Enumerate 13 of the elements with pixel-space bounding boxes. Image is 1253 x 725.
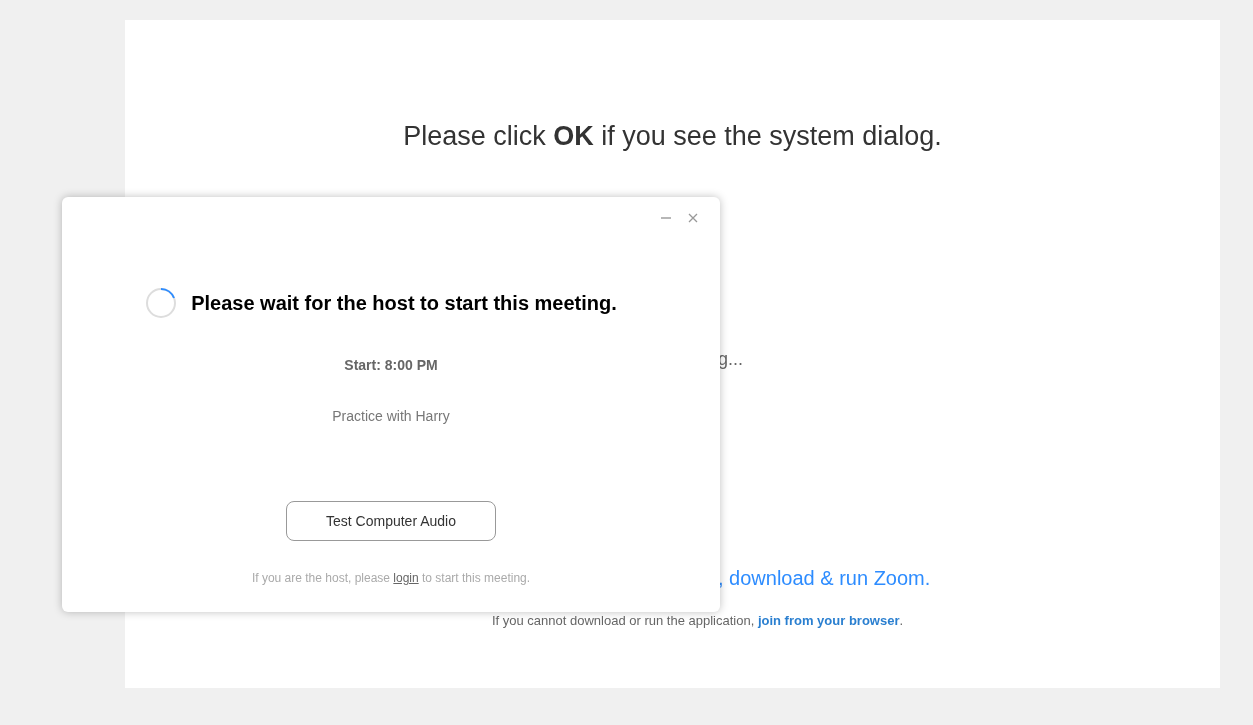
meeting-topic: Practice with Harry (332, 407, 450, 426)
host-note: If you are the host, please login to start this meeting. (251, 570, 531, 587)
heading: Please click OK if you see the system dialog. (403, 123, 942, 150)
test-audio-button[interactable]: Test Computer Audio (286, 501, 496, 541)
close-icon[interactable] (688, 213, 698, 223)
fallback-text: If you cannot download or run the application, join from your browser. (491, 612, 904, 630)
start-time: Start: 8:00 PM (344, 356, 438, 375)
dialog-title: Please wait for the host to start this meeting. (191, 291, 617, 316)
minimize-icon[interactable] (660, 215, 672, 221)
login-link[interactable]: login (393, 571, 419, 585)
spinner-icon (145, 287, 178, 319)
browser-link[interactable]: join from your browser (757, 613, 900, 628)
download-link[interactable]: , download & run Zoom. (718, 567, 931, 589)
